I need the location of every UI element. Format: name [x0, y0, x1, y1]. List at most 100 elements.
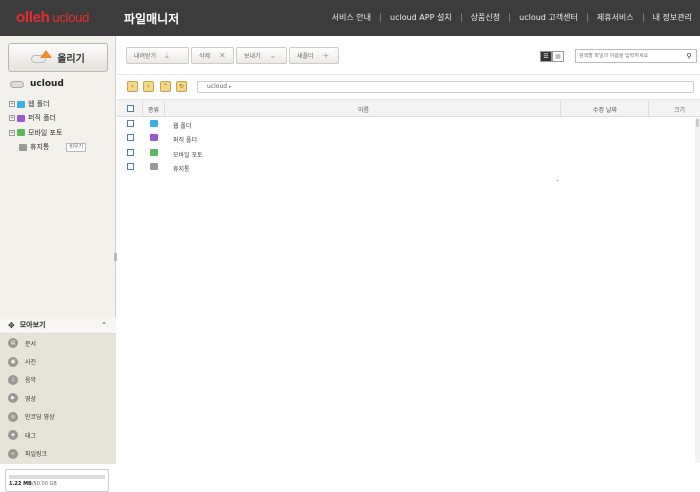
forward-icon[interactable]: ›	[143, 81, 154, 92]
expand-icon[interactable]: +	[9, 101, 15, 108]
grid-view-icon[interactable]: ▦	[552, 51, 564, 62]
row-checkbox[interactable]	[127, 163, 134, 171]
tree-item-label: 퍼직 폴더	[28, 114, 56, 123]
nav-service-info[interactable]: 서비스 안내	[332, 12, 371, 23]
send-button[interactable]: 보내기 ⌄	[236, 47, 287, 64]
nav-partner-services[interactable]: 제휴서비스	[597, 12, 634, 23]
table-header: 종류 이름 수정 날짜 크기	[117, 100, 700, 117]
refresh-icon[interactable]: ↻	[176, 81, 187, 92]
close-icon: ✕	[219, 51, 226, 60]
collect-item-videos[interactable]: ▶ 영상	[0, 389, 116, 407]
collect-item-tags[interactable]: ◈ 태그	[0, 426, 116, 444]
list-view-icon[interactable]: ☰	[540, 51, 552, 62]
storage-bar	[9, 475, 105, 479]
file-link-icon: ∞	[8, 448, 18, 459]
view-toggle: ☰ ▦	[540, 51, 564, 62]
olleh-ucloud-logo[interactable]: olleh ucloud	[16, 9, 89, 26]
scrollbar-thumb[interactable]	[696, 119, 699, 127]
table-row[interactable]: 웹 폴더	[117, 117, 700, 131]
row-name[interactable]: 웹 폴더	[173, 121, 191, 130]
col-header-name[interactable]: 이름	[358, 105, 369, 114]
upload-button[interactable]: 올리기	[8, 43, 108, 72]
top-bar: olleh ucloud 파일매니저 서비스 안내 ucloud APP 설치 상…	[0, 0, 700, 36]
photo-icon: ▣	[8, 356, 18, 367]
breadcrumb[interactable]: ucloud ▸	[197, 81, 694, 93]
toolbar: 내려받기 ⤓ 삭제 ✕ 보내기 ⌄ 새폴더 + ☰ ▦ ⚲	[117, 36, 700, 75]
delete-button[interactable]: 삭제 ✕	[191, 47, 234, 64]
nav-my-info[interactable]: 내 정보관리	[653, 12, 692, 23]
video-icon: ▶	[8, 393, 18, 404]
download-button[interactable]: 내려받기 ⤓	[126, 47, 189, 64]
search-box: ⚲	[575, 49, 697, 63]
expand-icon[interactable]: +	[9, 115, 15, 122]
empty-trash-button[interactable]: 비우기	[66, 142, 87, 152]
table-row[interactable]: 휴지통	[117, 160, 700, 174]
nav-app-install[interactable]: ucloud APP 설치	[390, 12, 452, 23]
tree-item-music-folder[interactable]: + 퍼직 폴더	[9, 111, 115, 125]
table-row[interactable]: 모바일 포토	[117, 146, 700, 160]
new-folder-label: 새폴더	[297, 53, 314, 60]
collect-item-documents[interactable]: ▤ 문서	[0, 334, 116, 352]
music-icon: ♫	[8, 374, 18, 385]
tree-root-ucloud[interactable]: ucloud	[10, 79, 64, 89]
mobile-photo-icon	[150, 148, 158, 156]
collect-item-label: 태그	[25, 432, 37, 440]
collect-item-file-links[interactable]: ∞ 파일링크	[0, 444, 116, 462]
storage-total: /50.00 GB	[31, 481, 57, 487]
col-header-type[interactable]: 종류	[148, 105, 159, 114]
column-divider	[164, 101, 165, 116]
tree-root-label: ucloud	[30, 79, 64, 89]
trash-icon	[19, 143, 27, 151]
row-name[interactable]: 모바일 포토	[173, 150, 203, 159]
tree-item-trash[interactable]: 휴지통 비우기	[9, 140, 115, 154]
artifact-dot	[557, 180, 558, 181]
collect-item-music[interactable]: ♫ 음악	[0, 371, 116, 389]
nav-divider	[586, 13, 588, 22]
breadcrumb-item[interactable]: ucloud	[207, 83, 227, 90]
tree-item-label: 휴지통	[30, 143, 50, 152]
chevron-down-icon[interactable]: ⌄	[270, 51, 277, 60]
tree-item-web-folder[interactable]: + 웹 폴더	[9, 97, 115, 111]
row-name[interactable]: 휴지통	[173, 164, 190, 173]
new-folder-button[interactable]: 새폴더 +	[289, 47, 339, 64]
document-icon: ▤	[8, 338, 18, 349]
trash-icon	[150, 163, 158, 171]
logo-sub-text: ucloud	[52, 10, 90, 25]
tree-item-mobile-photo[interactable]: + 모바일 포토	[9, 126, 115, 140]
collect-icon: ✥	[8, 320, 15, 330]
row-name[interactable]: 퍼직 폴더	[173, 135, 197, 144]
row-checkbox[interactable]	[127, 120, 134, 127]
nav-product-signup[interactable]: 상품신청	[471, 12, 500, 23]
collect-item-photos[interactable]: ▣ 사진	[0, 352, 116, 370]
tree-item-label: 모바일 포토	[28, 128, 63, 137]
search-input[interactable]	[576, 53, 683, 59]
download-icon: ⤓	[165, 50, 169, 60]
column-divider	[648, 101, 649, 116]
web-folder-icon	[17, 100, 25, 108]
storage-used: 1.22 MB	[9, 481, 32, 487]
chevron-right-icon: ▸	[228, 84, 232, 90]
file-table: 종류 이름 수정 날짜 크기 웹 폴더 퍼직 폴더 모바일 포토 휴지통	[117, 100, 700, 175]
collect-item-label: 음악	[25, 377, 37, 385]
row-checkbox[interactable]	[127, 134, 134, 142]
row-checkbox[interactable]	[127, 148, 134, 156]
collect-item-label: 파일링크	[25, 451, 48, 459]
download-label: 내려받기	[134, 53, 157, 60]
sidebar: 올리기 ucloud + 웹 폴더 + 퍼직 폴더 + 모바일 포토 휴지통 비…	[0, 36, 116, 492]
expand-icon[interactable]: +	[9, 129, 15, 136]
back-icon[interactable]: ‹	[127, 81, 138, 92]
col-header-modified[interactable]: 수정 날짜	[593, 105, 617, 114]
select-all-checkbox[interactable]	[127, 105, 134, 112]
tree-item-label: 웹 폴더	[28, 100, 50, 109]
storage-text: 1.22 MB/50.00 GB	[9, 481, 57, 487]
nav-customer-center[interactable]: ucloud 고객센터	[519, 12, 578, 23]
chevron-up-icon[interactable]: ⌃	[101, 321, 107, 329]
scrollbar[interactable]	[695, 118, 700, 463]
collect-view-header[interactable]: ✥ 모아보기 ⌃	[0, 317, 116, 334]
up-folder-icon[interactable]: ⌃	[160, 81, 171, 92]
collect-item-label: 사진	[25, 359, 37, 367]
table-row[interactable]: 퍼직 폴더	[117, 131, 700, 145]
col-header-size[interactable]: 크기	[674, 105, 685, 114]
collect-item-encoded-videos[interactable]: ◎ 인코딩 영상	[0, 408, 116, 426]
search-icon[interactable]: ⚲	[683, 50, 695, 62]
